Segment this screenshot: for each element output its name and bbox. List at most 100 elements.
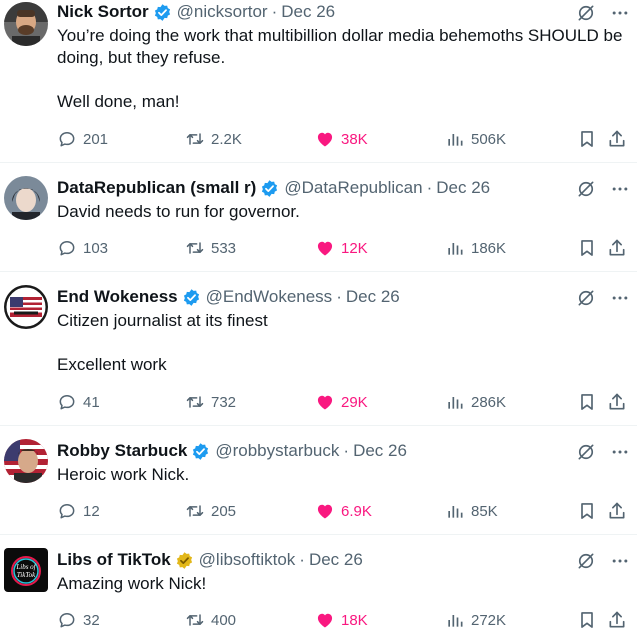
share-button[interactable] — [607, 501, 627, 521]
views-button[interactable]: 186K — [445, 238, 506, 258]
grok-icon[interactable] — [575, 2, 597, 24]
retweet-count: 205 — [211, 502, 237, 520]
share-button[interactable] — [607, 610, 627, 630]
author-name[interactable]: End Wokeness — [57, 285, 178, 309]
share-button[interactable] — [607, 238, 627, 258]
bookmark-button[interactable] — [577, 129, 597, 149]
retweet-button[interactable]: 400 — [185, 610, 236, 630]
avatar[interactable] — [4, 439, 48, 483]
like-button[interactable]: 12K — [315, 238, 368, 258]
reply-button[interactable]: 201 — [57, 129, 108, 149]
reply-button[interactable]: 103 — [57, 238, 108, 258]
bookmark-icon — [581, 240, 593, 256]
avatar[interactable] — [4, 176, 48, 220]
author-name[interactable]: Nick Sortor — [57, 0, 149, 24]
tweet-text: Heroic work Nick. — [57, 464, 631, 486]
reply-icon — [59, 132, 75, 147]
retweet-icon — [186, 396, 204, 408]
views-count: 286K — [471, 393, 507, 411]
tweet-date[interactable]: Dec 26 — [346, 285, 400, 309]
author-name[interactable]: Robby Starbuck — [57, 439, 187, 463]
reply-button[interactable]: 32 — [57, 610, 100, 630]
like-button[interactable]: 18K — [315, 610, 368, 630]
tweet-text-line: Amazing work Nick! — [57, 574, 207, 593]
reply-count: 201 — [83, 130, 109, 148]
author-handle[interactable]: @nicksortor — [177, 0, 268, 24]
verified-badge-icon[interactable] — [182, 288, 201, 307]
grok-icon[interactable] — [575, 287, 597, 309]
heart-icon — [317, 613, 333, 628]
avatar[interactable] — [4, 285, 48, 329]
like-button[interactable]: 38K — [315, 129, 368, 149]
views-button[interactable]: 506K — [445, 129, 506, 149]
retweet-button[interactable]: 205 — [185, 501, 236, 521]
views-count: 186K — [471, 239, 507, 257]
verified-badge-icon[interactable] — [153, 3, 172, 22]
share-button[interactable] — [607, 392, 627, 412]
retweet-button[interactable]: 533 — [185, 238, 236, 258]
reply-count: 32 — [83, 611, 100, 629]
verified-gold-badge-icon[interactable] — [175, 551, 194, 570]
reply-feed: Nick Sortor @nicksortor · Dec 26 You’re … — [0, 0, 637, 632]
like-button[interactable]: 6.9K — [315, 501, 372, 521]
tweet-text-line: Heroic work Nick. — [57, 465, 190, 484]
grok-icon[interactable] — [575, 441, 597, 463]
separator-dot: · — [336, 287, 342, 306]
author-name[interactable]: DataRepublican (small r) — [57, 176, 256, 200]
grok-icon[interactable] — [575, 550, 597, 572]
author-handle[interactable]: @robbystarbuck — [215, 439, 339, 463]
avatar[interactable]: Libs of TikTok — [4, 548, 48, 592]
separator-dot: · — [299, 550, 305, 569]
tweet-actions: 41 732 29K 286K — [57, 391, 631, 413]
more-options-icon[interactable] — [609, 441, 631, 463]
avatar[interactable] — [4, 2, 48, 46]
retweet-count: 732 — [211, 393, 237, 411]
reply-button[interactable]: 12 — [57, 501, 100, 521]
tweet-text-line: You’re doing the work that multibillion … — [57, 26, 623, 67]
views-chart-icon — [448, 615, 463, 627]
tweet[interactable]: Nick Sortor @nicksortor · Dec 26 You’re … — [0, 0, 637, 163]
views-button[interactable]: 272K — [445, 610, 506, 630]
more-options-icon[interactable] — [609, 2, 631, 24]
tweet[interactable]: Robby Starbuck @robbystarbuck · Dec 26 H… — [0, 427, 637, 535]
author-handle[interactable]: @libsoftiktok — [199, 548, 296, 572]
views-chart-icon — [448, 506, 463, 518]
author-handle[interactable]: @EndWokeness — [206, 285, 333, 309]
views-button[interactable]: 85K — [445, 501, 498, 521]
retweet-button[interactable]: 732 — [185, 392, 236, 412]
bookmark-button[interactable] — [577, 392, 597, 412]
tweet-date[interactable]: Dec 26 — [436, 176, 490, 200]
more-options-icon[interactable] — [609, 178, 631, 200]
tweet[interactable]: DataRepublican (small r) @DataRepublican… — [0, 164, 637, 272]
tweet-date[interactable]: Dec 26 — [309, 548, 363, 572]
retweet-icon — [186, 242, 204, 254]
more-options-icon[interactable] — [609, 287, 631, 309]
verified-badge-icon[interactable] — [260, 179, 279, 198]
grok-icon[interactable] — [575, 178, 597, 200]
tweet[interactable]: Libs of TikTok Libs of TikTok @libsoftik… — [0, 536, 637, 632]
author-handle[interactable]: @DataRepublican — [284, 176, 422, 200]
bookmark-button[interactable] — [577, 501, 597, 521]
tweet[interactable]: End Wokeness @EndWokeness · Dec 26 Citiz… — [0, 273, 637, 426]
verified-badge-icon[interactable] — [191, 442, 210, 461]
tweet-date[interactable]: Dec 26 — [353, 439, 407, 463]
separator-dot: · — [426, 178, 433, 197]
retweet-button[interactable]: 2.2K — [185, 129, 242, 149]
tweet-actions: 32 400 18K 272K — [57, 609, 631, 631]
views-button[interactable]: 286K — [445, 392, 506, 412]
share-icon — [609, 239, 625, 256]
tweet-actions: 12 205 6.9K 85K — [57, 500, 631, 522]
tweet-date[interactable]: Dec 26 — [281, 0, 335, 24]
like-button[interactable]: 29K — [315, 392, 368, 412]
bookmark-button[interactable] — [577, 610, 597, 630]
bookmark-icon — [581, 503, 593, 519]
views-count: 506K — [471, 130, 507, 148]
heart-icon — [317, 395, 333, 410]
bookmark-icon — [581, 612, 593, 628]
more-options-icon[interactable] — [609, 550, 631, 572]
bookmark-button[interactable] — [577, 238, 597, 258]
share-button[interactable] — [607, 129, 627, 149]
reply-count: 12 — [83, 502, 100, 520]
author-name[interactable]: Libs of TikTok — [57, 548, 171, 572]
reply-button[interactable]: 41 — [57, 392, 100, 412]
